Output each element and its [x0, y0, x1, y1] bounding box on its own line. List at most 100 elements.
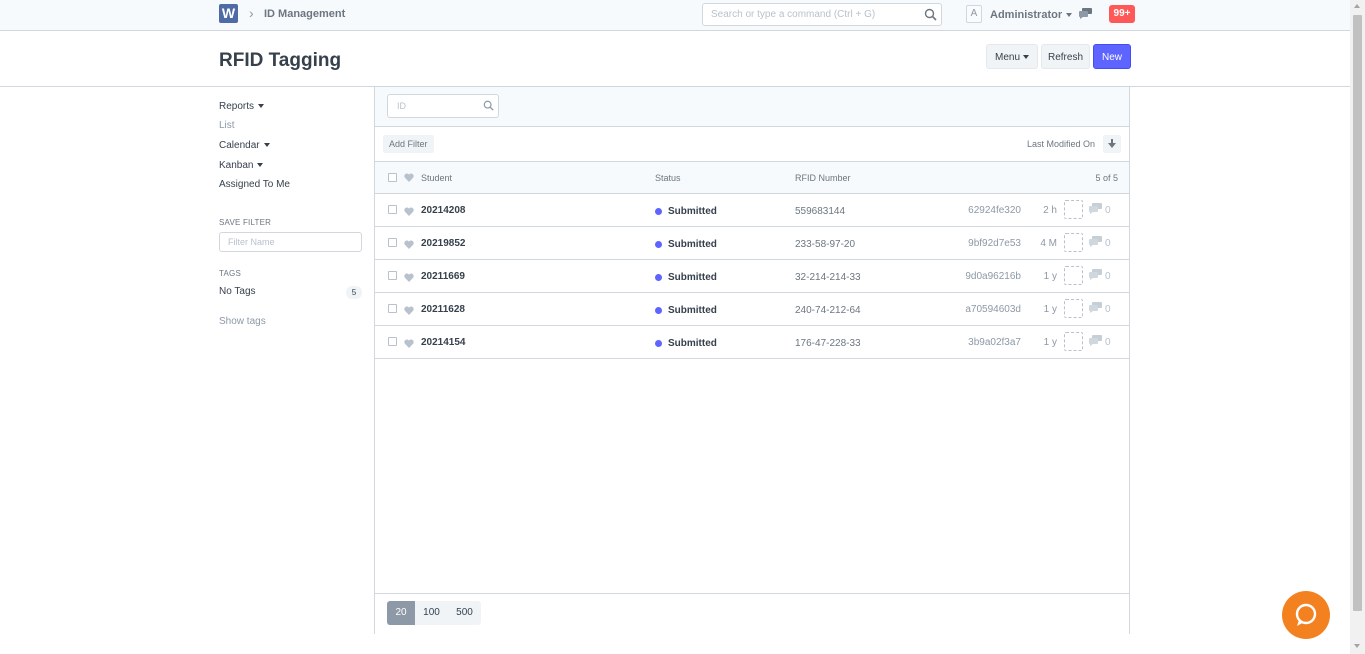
heart-icon[interactable] — [404, 304, 414, 318]
heart-icon[interactable] — [404, 337, 414, 351]
row-doc-name: a70594603d — [965, 304, 1021, 315]
page-size-500[interactable]: 500 — [448, 601, 481, 625]
caret-down-icon — [257, 163, 264, 168]
scrollbar-thumb[interactable] — [1353, 15, 1362, 611]
column-rfid-number: RFID Number — [795, 173, 851, 183]
comment-icon — [1089, 335, 1102, 349]
sidebar-reports[interactable]: Reports — [219, 101, 265, 112]
assign-avatar-placeholder[interactable] — [1064, 233, 1083, 252]
row-student[interactable]: 20211669 — [421, 271, 465, 282]
comment-icon — [1089, 302, 1102, 316]
id-filter[interactable] — [387, 94, 499, 118]
chat-bubble-icon — [1295, 603, 1317, 626]
breadcrumb-id-management[interactable]: ID Management — [264, 8, 345, 20]
row-checkbox[interactable] — [388, 304, 397, 313]
row-student[interactable]: 20214154 — [421, 337, 466, 348]
awesome-bar[interactable] — [702, 3, 942, 26]
search-icon — [483, 100, 494, 114]
row-modified-time: 4 M — [1040, 238, 1057, 249]
arrow-down-icon — [1108, 139, 1116, 148]
list-row[interactable]: 20211669 Submitted 32-214-214-33 9d0a96216b… — [375, 260, 1129, 293]
row-student[interactable]: 20214208 — [421, 205, 466, 216]
row-rfid-number: 240-74-212-64 — [795, 305, 861, 316]
comment-icon — [1089, 236, 1102, 250]
row-comment-count: 0 — [1105, 205, 1111, 216]
status-indicator-dot — [655, 307, 662, 314]
row-checkbox[interactable] — [388, 205, 397, 214]
standard-filter-bar — [375, 87, 1129, 127]
save-filter-heading: SAVE FILTER — [219, 218, 272, 227]
tags-heading: TAGS — [219, 269, 241, 278]
refresh-button[interactable]: Refresh — [1041, 44, 1090, 69]
row-status: Submitted — [668, 206, 717, 217]
chat-icon[interactable] — [1079, 8, 1092, 22]
list-count: 5 of 5 — [1095, 173, 1118, 183]
assign-avatar-placeholder[interactable] — [1064, 200, 1083, 219]
user-avatar[interactable]: A — [966, 5, 982, 23]
show-tags-link[interactable]: Show tags — [219, 316, 266, 327]
assign-avatar-placeholder[interactable] — [1064, 332, 1083, 351]
list-row[interactable]: 20214154 Submitted 176-47-228-33 3b9a02f3a7… — [375, 326, 1129, 359]
row-status: Submitted — [668, 338, 717, 349]
row-rfid-number: 176-47-228-33 — [795, 338, 861, 349]
row-doc-name: 9bf92d7e53 — [968, 238, 1021, 249]
chat-widget-button[interactable] — [1282, 591, 1330, 639]
scroll-up-arrow[interactable] — [1354, 4, 1360, 8]
filter-name-input[interactable] — [219, 232, 362, 252]
row-status: Submitted — [668, 272, 717, 283]
row-checkbox[interactable] — [388, 271, 397, 280]
user-menu[interactable]: Administrator — [990, 9, 1073, 21]
row-doc-name: 3b9a02f3a7 — [968, 337, 1021, 348]
heart-icon[interactable] — [404, 173, 414, 184]
heart-icon[interactable] — [404, 205, 414, 219]
new-button[interactable]: New — [1093, 44, 1131, 69]
row-student[interactable]: 20211628 — [421, 304, 465, 315]
assign-avatar-placeholder[interactable] — [1064, 266, 1083, 285]
row-comment-count: 0 — [1105, 304, 1111, 315]
column-student: Student — [421, 173, 453, 183]
comment-icon — [1089, 269, 1102, 283]
sidebar-no-tags[interactable]: No Tags — [219, 286, 256, 297]
row-checkbox[interactable] — [388, 337, 397, 346]
id-filter-input[interactable] — [388, 95, 478, 117]
sidebar-calendar-label: Calendar — [219, 140, 260, 151]
sort-selector[interactable]: Last Modified On — [1027, 139, 1095, 149]
list-row[interactable]: 20211628 Submitted 240-74-212-64 a70594603d… — [375, 293, 1129, 326]
sidebar-kanban[interactable]: Kanban — [219, 160, 264, 171]
scroll-down-arrow[interactable] — [1354, 644, 1360, 648]
sidebar-list[interactable]: List — [219, 120, 235, 131]
paging-area: 20 100 500 — [375, 593, 1129, 634]
menu-button-label: Menu — [994, 52, 1020, 63]
list-row[interactable]: 20219852 Submitted 233-58-97-20 9bf92d7e53 4… — [375, 227, 1129, 260]
sidebar-calendar[interactable]: Calendar — [219, 140, 270, 151]
page-scrollbar[interactable] — [1350, 0, 1365, 654]
assign-avatar-placeholder[interactable] — [1064, 299, 1083, 318]
heart-icon[interactable] — [404, 271, 414, 285]
list-panel: Add Filter Last Modified On Student Stat… — [374, 87, 1130, 634]
filter-section: Add Filter Last Modified On — [375, 127, 1129, 162]
row-doc-name: 62924fe320 — [968, 205, 1021, 216]
navbar: W › ID Management A Administrator 99+ — [0, 0, 1350, 31]
sidebar-assigned-to-me[interactable]: Assigned To Me — [219, 179, 290, 190]
sort-order-button[interactable] — [1103, 135, 1121, 153]
search-icon — [924, 8, 937, 24]
awesome-bar-input[interactable] — [703, 4, 913, 25]
row-student[interactable]: 20219852 — [421, 238, 466, 249]
notifications-badge[interactable]: 99+ — [1109, 5, 1135, 23]
page-size-100[interactable]: 100 — [415, 601, 448, 625]
page-length-group: 20 100 500 — [387, 601, 481, 625]
row-checkbox[interactable] — [388, 238, 397, 247]
row-rfid-number: 559683144 — [795, 206, 846, 217]
row-rfid-number: 32-214-214-33 — [795, 272, 861, 283]
user-name: Administrator — [990, 9, 1063, 21]
app-logo[interactable]: W — [219, 4, 238, 23]
list-row[interactable]: 20214208 Submitted 559683144 62924fe320 2 h 0 — [375, 194, 1129, 227]
add-filter-button[interactable]: Add Filter — [383, 135, 434, 153]
menu-button[interactable]: Menu — [986, 44, 1038, 69]
status-indicator-dot — [655, 241, 662, 248]
page-size-20[interactable]: 20 — [387, 601, 415, 625]
status-indicator-dot — [655, 340, 662, 347]
select-all-checkbox[interactable] — [388, 173, 397, 182]
heart-icon[interactable] — [404, 238, 414, 252]
status-indicator-dot — [655, 274, 662, 281]
